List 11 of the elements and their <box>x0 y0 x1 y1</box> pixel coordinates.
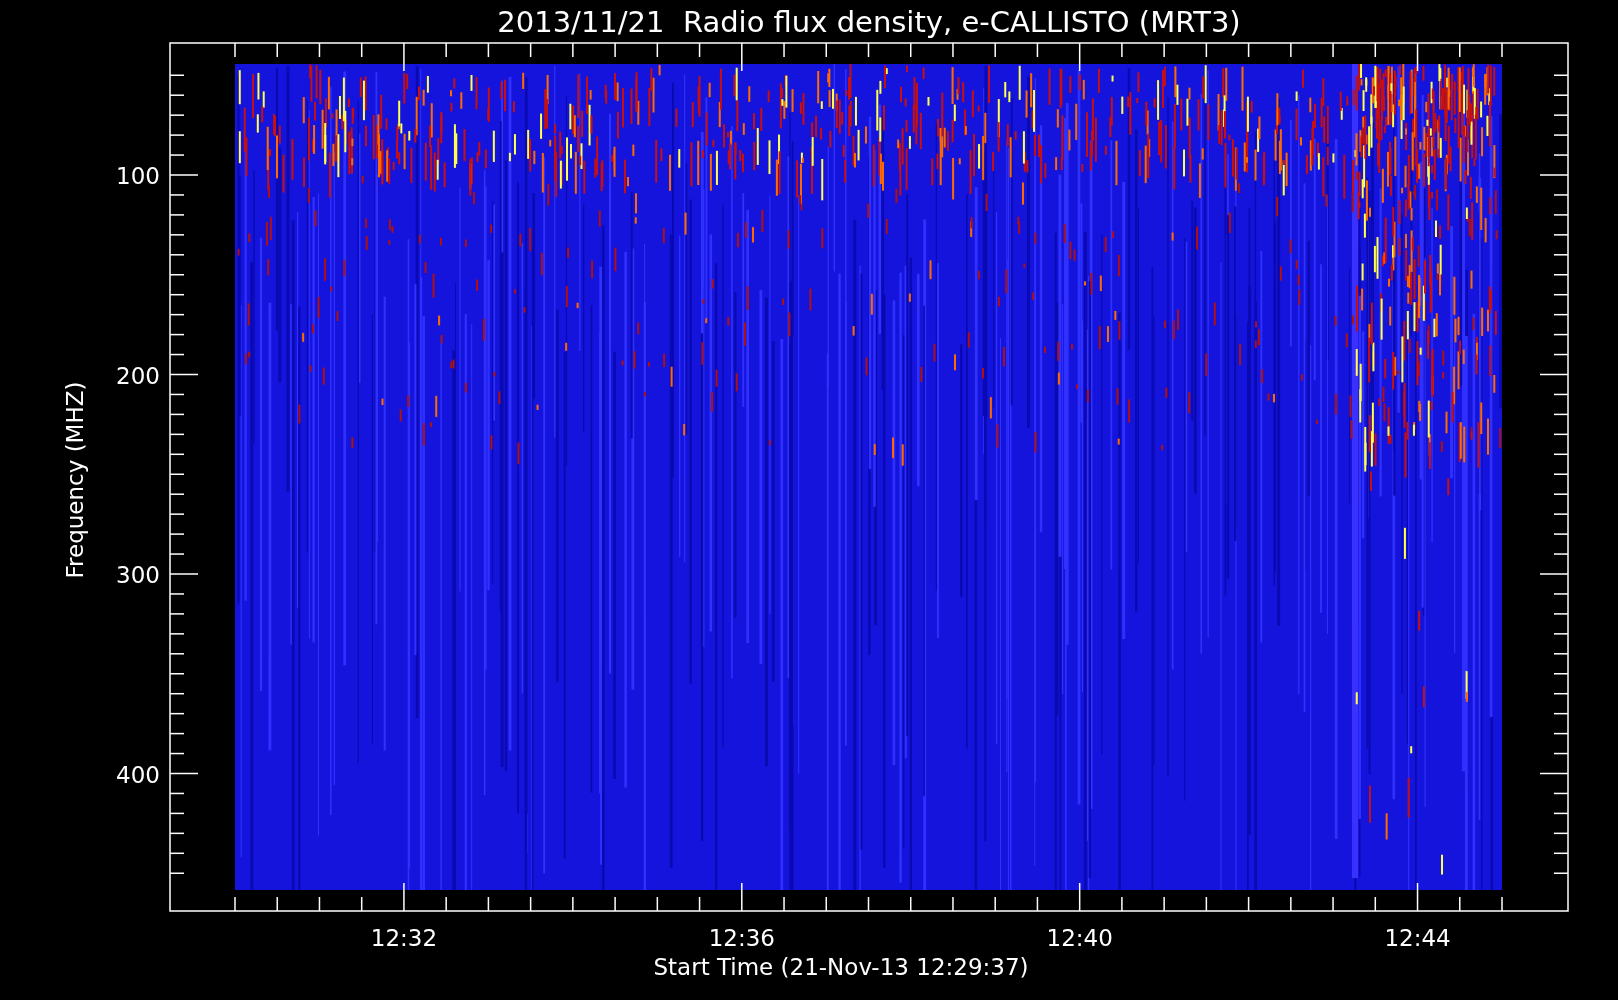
tick-label: 300 <box>116 562 160 588</box>
axis-label: Frequency (MHZ) <box>62 381 88 579</box>
plot-title: 2013/11/21 Radio flux density, e-CALLISTO (MRT3) <box>497 5 1241 39</box>
tick-label: 12:36 <box>708 925 775 951</box>
axis-label: Start Time (21-Nov-13 12:29:37) <box>653 954 1029 980</box>
tick-label: 12:44 <box>1384 925 1451 951</box>
tick-label: 400 <box>116 761 160 788</box>
tick-label: 100 <box>116 163 160 189</box>
tick-label: 200 <box>116 362 160 389</box>
tick-label: 12:40 <box>1046 925 1113 951</box>
tick-label: 12:32 <box>370 925 438 951</box>
